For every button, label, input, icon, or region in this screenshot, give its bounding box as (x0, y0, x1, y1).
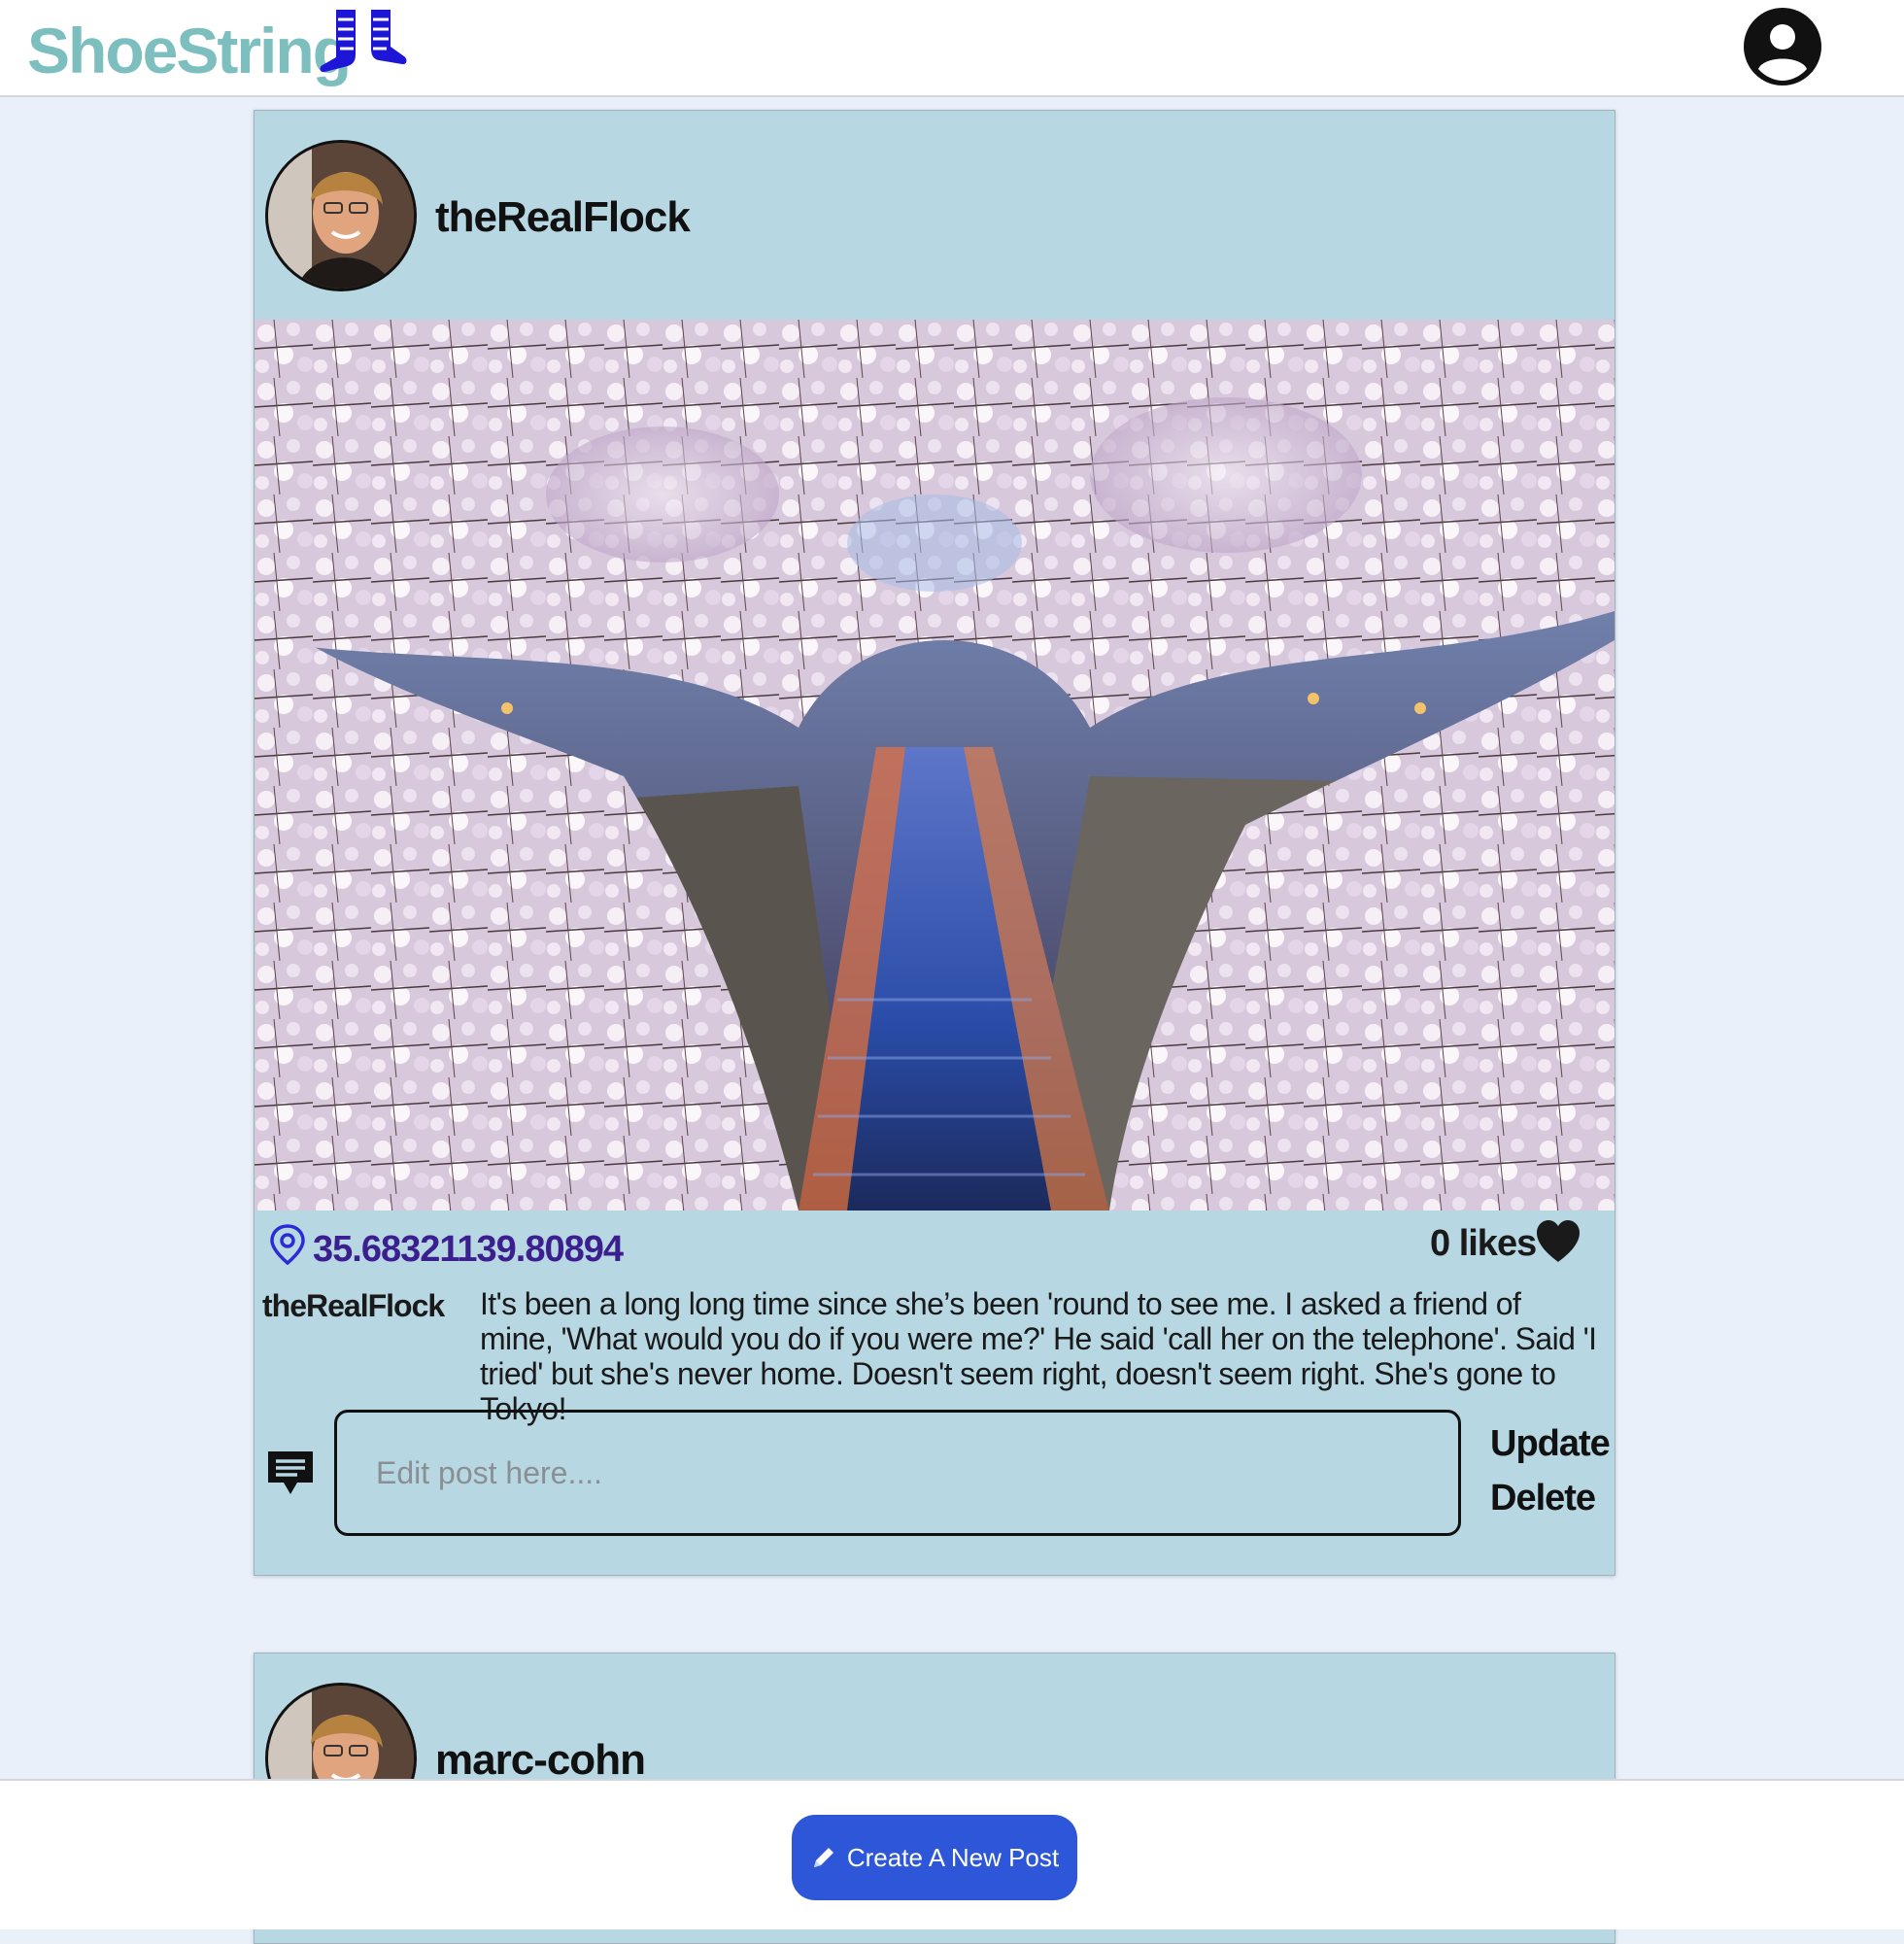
delete-button[interactable]: Delete (1490, 1476, 1596, 1520)
create-post-button[interactable]: Create A New Post (792, 1815, 1077, 1900)
shoelace-boots-icon (320, 10, 407, 73)
edit-post-input[interactable] (334, 1410, 1461, 1536)
post-header: theRealFlock (255, 111, 1615, 320)
user-photo (268, 143, 414, 289)
top-navbar: ShoeString (0, 0, 1904, 97)
create-post-label: Create A New Post (846, 1842, 1060, 1872)
post-caption: It's been a long long time since she’s b… (480, 1286, 1597, 1426)
post-card: theRealFlock 35.68321139.80894 0 likes t… (254, 110, 1615, 1576)
comment-icon (268, 1451, 313, 1494)
pencil-icon (813, 1848, 833, 1867)
brand-name[interactable]: ShoeString (27, 10, 352, 91)
caption-username[interactable]: theRealFlock (262, 1286, 445, 1325)
cherry-blossom-canal-image (255, 320, 1615, 1211)
heart-icon[interactable] (1533, 1216, 1583, 1267)
likes-count: 0 likes (1430, 1223, 1537, 1264)
user-circle-icon[interactable] (1743, 7, 1822, 86)
user-avatar[interactable] (265, 140, 417, 291)
bottom-bar: Create A New Post (0, 1779, 1904, 1929)
post-username[interactable]: theRealFlock (435, 190, 691, 245)
update-button[interactable]: Update (1490, 1421, 1611, 1466)
post-image (255, 320, 1615, 1211)
location-pin-icon (270, 1224, 305, 1266)
post-location[interactable]: 35.68321139.80894 (313, 1226, 624, 1273)
